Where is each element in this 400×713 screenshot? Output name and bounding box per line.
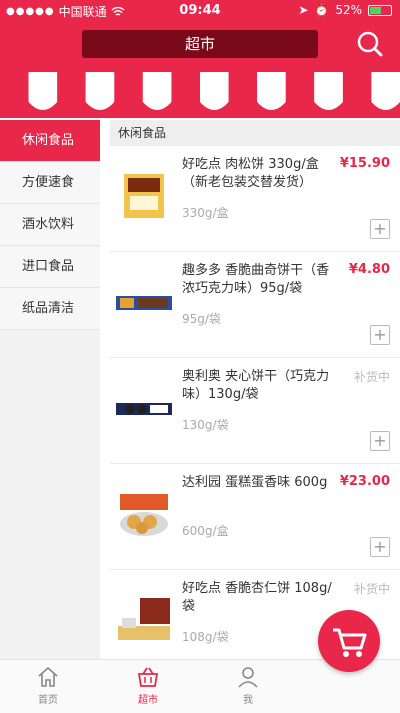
product-name: 趣多多 香脆曲奇饼干（香浓巧克力味）95g/袋	[182, 263, 330, 296]
header: ●●●●● 中国联通 09:44 ➤ ⏰ 52% 超市	[0, 0, 400, 118]
awning-stripe	[85, 72, 115, 110]
tab-home[interactable]: 首页	[18, 665, 78, 706]
basket-icon	[137, 667, 159, 687]
user-icon	[238, 667, 258, 688]
page-title: 超市	[82, 30, 318, 58]
cart-icon	[333, 628, 367, 657]
add-to-cart-button[interactable]: +	[370, 431, 390, 451]
restock-status: 补货中	[353, 582, 390, 596]
product-name: 好吃点 肉松饼 330g/盒（新老包装交替发货）	[182, 157, 319, 190]
product-name: 奥利奥 夹心饼干（巧克力味）130g/袋	[182, 369, 330, 402]
product-item[interactable]: 奥利奥 夹心饼干（巧克力味）130g/袋 130g/袋 补货中 +	[110, 358, 400, 464]
tab-me-label: 我	[243, 695, 253, 706]
awning-stripe	[142, 72, 172, 110]
product-image	[118, 598, 170, 640]
status-bar: ●●●●● 中国联通 09:44 ➤ ⏰ 52%	[0, 0, 400, 22]
awning-stripe	[314, 72, 343, 110]
awning-stripe	[57, 72, 86, 110]
product-list: 休闲食品 好吃点 肉松饼 330g/盒（新老包装交替发货） 330g/盒 ¥15…	[110, 120, 400, 660]
restock-status: 补货中	[353, 370, 390, 384]
product-price: ¥4.80	[348, 262, 390, 277]
tab-supermarket[interactable]: 超市	[118, 665, 178, 706]
awning-stripe	[200, 72, 229, 110]
awning-stripe	[257, 72, 286, 110]
product-spec: 600g/盒	[182, 524, 229, 538]
home-icon	[38, 666, 58, 687]
alarm-icon: ⏰	[314, 3, 330, 17]
product-price: ¥15.90	[339, 156, 390, 171]
product-item[interactable]: 达利园 蛋糕蛋香味 600g 600g/盒 ¥23.00 +	[110, 464, 400, 570]
tab-supermarket-label: 超市	[138, 695, 158, 706]
product-price: ¥23.00	[339, 474, 390, 489]
add-to-cart-button[interactable]: +	[370, 325, 390, 345]
product-item[interactable]: 好吃点 肉松饼 330g/盒（新老包装交替发货） 330g/盒 ¥15.90 +	[110, 146, 400, 252]
section-title: 休闲食品	[110, 120, 400, 146]
sidebar-item-instant-food[interactable]: 方便速食	[0, 162, 100, 204]
awning-stripe	[28, 72, 58, 110]
add-to-cart-button[interactable]: +	[370, 219, 390, 239]
awning-stripe	[0, 72, 29, 110]
product-name: 达利园 蛋糕蛋香味 600g	[182, 475, 328, 490]
product-item[interactable]: 趣多多 香脆曲奇饼干（香浓巧克力味）95g/袋 95g/袋 ¥4.80 +	[110, 252, 400, 358]
awning-stripe	[114, 72, 143, 110]
tab-home-label: 首页	[38, 695, 58, 706]
sidebar-item-imported[interactable]: 进口食品	[0, 246, 100, 288]
search-button[interactable]	[356, 30, 384, 58]
sidebar-item-paper-cleaning[interactable]: 纸品清洁	[0, 288, 100, 330]
add-to-cart-button[interactable]: +	[370, 537, 390, 557]
product-spec: 130g/袋	[182, 418, 229, 432]
awning-stripe	[371, 72, 400, 110]
battery-label: 52%	[335, 3, 362, 17]
sidebar-item-drinks[interactable]: 酒水饮料	[0, 204, 100, 246]
product-spec: 108g/袋	[182, 630, 229, 644]
product-image	[120, 494, 168, 536]
search-icon	[357, 31, 383, 57]
awning-stripe	[285, 72, 315, 110]
sidebar-item-snacks[interactable]: 休闲食品	[0, 120, 100, 162]
battery-icon	[368, 4, 392, 16]
location-icon: ➤	[298, 3, 309, 17]
awning-stripe	[228, 72, 258, 110]
awning-stripe	[342, 72, 372, 110]
product-image	[116, 296, 172, 310]
product-image	[116, 403, 172, 415]
product-spec: 95g/袋	[182, 312, 221, 326]
category-sidebar: 休闲食品 方便速食 酒水饮料 进口食品 纸品清洁	[0, 120, 100, 660]
product-image	[124, 174, 164, 218]
awning-decoration	[0, 72, 400, 110]
product-spec: 330g/盒	[182, 206, 229, 220]
awning-stripe	[171, 72, 200, 110]
cart-button[interactable]	[318, 610, 380, 672]
tab-me[interactable]: 我	[218, 665, 278, 706]
